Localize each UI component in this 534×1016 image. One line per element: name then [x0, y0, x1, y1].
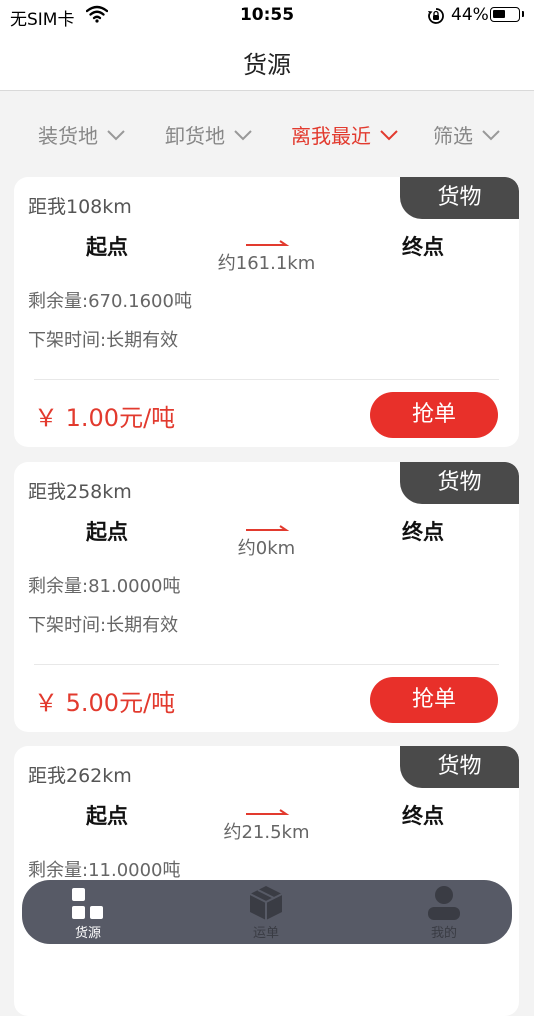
person-icon	[428, 886, 460, 920]
origin-label: 起点	[86, 235, 128, 259]
expiry-time: 下架时间:长期有效	[28, 330, 179, 351]
grab-order-button[interactable]: 抢单	[370, 392, 498, 438]
cargo-card[interactable]: 货物 距我108km 起点 约161.1km 终点 剩余量:670.1600吨 …	[14, 177, 519, 447]
distance-from-me: 距我258km	[28, 481, 132, 503]
destination-label: 终点	[402, 520, 444, 544]
route-arrow-icon	[246, 809, 290, 815]
cargo-card[interactable]: 货物 距我258km 起点 约0km 终点 剩余量:81.0000吨 下架时间:…	[14, 462, 519, 732]
tab-label: 运单	[252, 926, 279, 941]
route-distance: 约0km	[237, 538, 296, 559]
battery-icon	[490, 7, 520, 22]
tab-label: 我的	[430, 926, 457, 941]
filter-screen[interactable]: 筛选	[433, 120, 501, 149]
package-icon	[249, 886, 283, 920]
filter-label: 离我最近	[291, 124, 371, 148]
tab-mine[interactable]: 我的	[404, 884, 484, 941]
cargo-tag: 货物	[400, 462, 519, 504]
grid-icon	[72, 888, 103, 919]
origin-label: 起点	[86, 804, 128, 828]
nav-bar: 货源	[0, 30, 534, 91]
distance-from-me: 距我262km	[28, 765, 132, 787]
grab-order-button[interactable]: 抢单	[370, 677, 498, 723]
destination-label: 终点	[402, 235, 444, 259]
remaining-quantity: 剩余量:81.0000吨	[28, 576, 181, 597]
remaining-quantity: 剩余量:670.1600吨	[28, 291, 192, 312]
divider	[34, 379, 499, 380]
origin-label: 起点	[86, 520, 128, 544]
page-title: 货源	[243, 51, 291, 79]
cargo-tag: 货物	[400, 177, 519, 219]
route-distance: 约21.5km	[223, 822, 310, 843]
filter-bar: 装货地 卸货地 离我最近 筛选	[0, 91, 534, 171]
battery-percent: 44%	[451, 5, 489, 25]
orientation-lock-icon	[427, 7, 445, 29]
tab-cargo-source[interactable]: 货源	[48, 884, 128, 941]
tab-bar: 货源 运单 我的	[22, 880, 512, 944]
distance-from-me: 距我108km	[28, 196, 132, 218]
chevron-down-icon	[380, 129, 398, 140]
price: ￥ 1.00元/吨	[34, 404, 176, 432]
remaining-quantity: 剩余量:11.0000吨	[28, 860, 181, 881]
chevron-down-icon	[107, 129, 125, 140]
filter-label: 装货地	[38, 124, 98, 148]
chevron-down-icon	[482, 129, 500, 140]
price: ￥ 5.00元/吨	[34, 689, 176, 717]
filter-nearest[interactable]: 离我最近	[291, 120, 399, 149]
destination-label: 终点	[402, 804, 444, 828]
route-arrow-icon	[246, 240, 290, 246]
expiry-time: 下架时间:长期有效	[28, 615, 179, 636]
tab-waybill[interactable]: 运单	[226, 884, 306, 941]
filter-unloading-place[interactable]: 卸货地	[165, 120, 253, 149]
filter-label: 筛选	[433, 124, 473, 148]
route-arrow-icon	[246, 525, 290, 531]
tab-label: 货源	[74, 926, 101, 941]
filter-label: 卸货地	[165, 124, 225, 148]
route-distance: 约161.1km	[217, 253, 316, 274]
status-bar: 无SIM卡 10:55 44%	[0, 0, 534, 30]
chevron-down-icon	[234, 129, 252, 140]
cargo-tag: 货物	[400, 746, 519, 788]
filter-loading-place[interactable]: 装货地	[38, 120, 126, 149]
divider	[34, 664, 499, 665]
